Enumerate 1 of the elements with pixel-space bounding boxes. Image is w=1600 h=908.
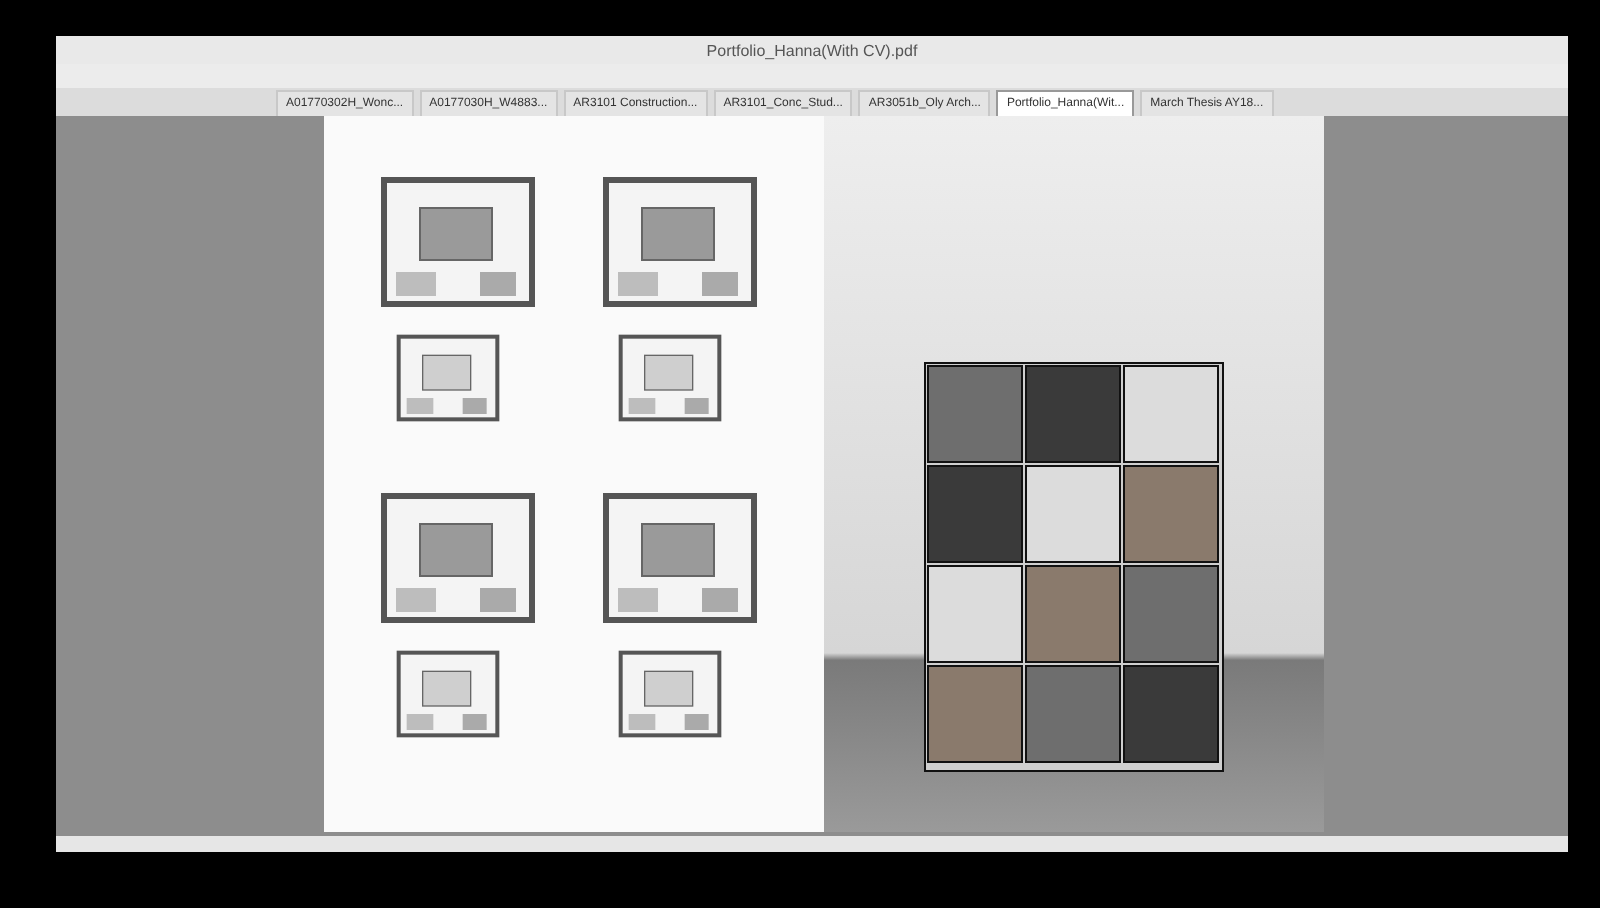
window-title: Portfolio_Hanna(With CV).pdf <box>706 41 918 59</box>
